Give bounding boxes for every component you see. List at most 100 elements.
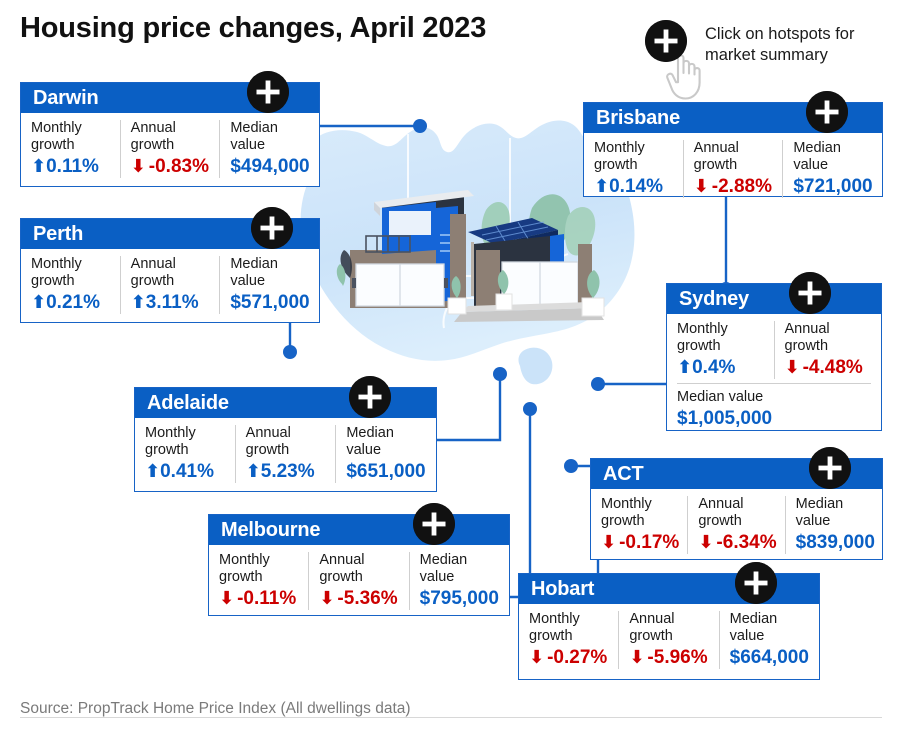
card-perth[interactable]: Perth Monthly growth ⬆0.21% Annual growt… — [20, 207, 320, 323]
arrow-down-icon: ⬇ — [698, 532, 714, 552]
hotspot-perth[interactable] — [251, 207, 293, 249]
arrow-up-icon: ⬆ — [594, 176, 610, 196]
metric-label: Monthly growth — [601, 496, 652, 529]
hotspot-adelaide[interactable] — [349, 376, 391, 418]
metric-value-median: $721,000 — [793, 176, 873, 197]
metric-value-median: $651,000 — [346, 461, 426, 482]
arrow-down-icon: ⬇ — [319, 588, 335, 608]
metric-monthly-growth: Monthly growth ⬇ -0.27% — [519, 611, 618, 669]
card-hobart[interactable]: Hobart Monthly growth ⬇ -0.27% Annual gro… — [518, 562, 820, 680]
arrow-up-icon: ⬆ — [31, 292, 47, 312]
metric-monthly-growth: Monthly growth ⬆0.4% — [667, 321, 774, 379]
metric-label: Monthly growth — [594, 140, 645, 173]
metric-number: -2.88% — [711, 176, 772, 197]
metric-label: Median value — [793, 140, 841, 173]
hotspot-act[interactable] — [809, 447, 851, 489]
metric-value-annual: ⬆3.11% — [131, 292, 210, 314]
metric-number: 0.11% — [46, 156, 99, 177]
metric-label: Annual growth — [245, 425, 291, 458]
metric-value-monthly: ⬆0.11% — [31, 156, 110, 178]
card-header-sydney: Sydney — [667, 284, 881, 314]
hotspot-sydney[interactable] — [789, 272, 831, 314]
metric-number: 0.41% — [160, 461, 214, 482]
metric-label: Annual growth — [319, 552, 365, 585]
card-brisbane[interactable]: Brisbane Monthly growth ⬆0.14% Annual gr… — [583, 91, 883, 198]
metric-label: Monthly growth — [31, 120, 82, 153]
card-adelaide[interactable]: Adelaide Monthly growth ⬆0.41% Annual gr… — [134, 376, 437, 492]
card-title-adelaide: Adelaide — [147, 391, 229, 414]
metric-label: Median value — [677, 389, 764, 405]
metric-label: Monthly growth — [145, 425, 196, 458]
card-body-adelaide: Monthly growth ⬆0.41% Annual growth ⬆5.2… — [135, 418, 436, 489]
metric-value-annual: ⬇ -0.83% — [131, 156, 210, 178]
metric-monthly-growth: Monthly growth ⬇ -0.11% — [209, 552, 308, 610]
card-body-darwin: Monthly growth ⬆0.11% Annual growth ⬇ -0.… — [21, 113, 319, 184]
card-act[interactable]: ACT Monthly growth ⬇ -0.17% Annual growth… — [590, 447, 883, 560]
legend-hotspot-icon — [645, 20, 687, 62]
metric-label: Median value — [230, 256, 278, 289]
metric-label: Annual growth — [130, 120, 176, 153]
metric-number: -5.36% — [337, 588, 398, 609]
card-body-hobart: Monthly growth ⬇ -0.27% Annual growth ⬇ -5… — [519, 604, 819, 675]
metric-value-annual: ⬇ -6.34% — [698, 532, 776, 554]
metric-value-monthly: ⬇ -0.17% — [601, 532, 679, 554]
metric-median-value: Median value $1,005,000 — [677, 383, 871, 435]
metric-number: -0.11% — [237, 588, 297, 609]
metric-value-median: $571,000 — [230, 292, 310, 313]
metric-annual-growth: Annual growth ⬆3.11% — [119, 256, 220, 314]
metric-value-annual: ⬇ -2.88% — [694, 176, 773, 198]
metric-median-value: Median value $795,000 — [408, 552, 509, 610]
metric-median-value: Median value $839,000 — [784, 496, 882, 554]
hotspot-brisbane[interactable] — [806, 91, 848, 133]
source-note: Source: PropTrack Home Price Index (All … — [20, 700, 411, 717]
metric-value-monthly: ⬇ -0.27% — [529, 647, 608, 669]
metric-label: Annual growth — [698, 496, 744, 529]
metric-value-annual: ⬇ -5.36% — [319, 588, 398, 610]
card-body-sydney: Monthly growth ⬆0.4% Annual growth ⬇ -4.4… — [667, 314, 881, 383]
metric-number: 0.4% — [692, 357, 736, 378]
metric-value-monthly: ⬆0.41% — [145, 461, 225, 483]
metric-label: Median value — [729, 611, 778, 644]
metric-value-monthly: ⬆0.4% — [677, 357, 764, 379]
metric-number: -0.27% — [547, 647, 608, 668]
card-sydney[interactable]: Sydney Monthly growth ⬆0.4% Annual growt… — [666, 272, 882, 431]
metric-label: Monthly growth — [529, 611, 580, 644]
arrow-up-icon: ⬆ — [145, 461, 161, 481]
arrow-up-icon: ⬆ — [677, 357, 693, 377]
metric-label: Median value — [795, 496, 844, 529]
metric-label: Median value — [346, 425, 394, 458]
arrow-down-icon: ⬇ — [693, 176, 709, 196]
arrow-up-icon: ⬆ — [130, 292, 146, 312]
arrow-down-icon: ⬇ — [784, 357, 800, 377]
hotspot-darwin[interactable] — [247, 71, 289, 113]
metric-median-value: Median value $571,000 — [219, 256, 319, 314]
metric-number: 3.11% — [145, 292, 199, 313]
hotspot-melbourne[interactable] — [413, 503, 455, 545]
card-body-melbourne: Monthly growth ⬇ -0.11% Annual growth ⬇ -5… — [209, 545, 509, 616]
card-melbourne[interactable]: Melbourne Monthly growth ⬇ -0.11% Annual … — [208, 503, 510, 616]
card-header-melbourne: Melbourne — [209, 515, 509, 545]
metric-label: Monthly growth — [31, 256, 82, 289]
metric-median-value: Median value $721,000 — [782, 140, 882, 198]
metric-value-median: $494,000 — [230, 156, 310, 177]
metric-label: Median value — [230, 120, 278, 153]
hotspot-hobart[interactable] — [735, 562, 777, 604]
metric-value-annual: ⬇ -5.96% — [629, 647, 708, 669]
card-darwin[interactable]: Darwin Monthly growth ⬆0.11% Annual grow… — [20, 71, 320, 187]
metric-label: Annual growth — [784, 321, 830, 354]
metric-value-median: $664,000 — [729, 647, 809, 668]
arrow-up-icon: ⬆ — [245, 461, 261, 481]
card-title-hobart: Hobart — [531, 577, 595, 600]
metric-monthly-growth: Monthly growth ⬆0.21% — [21, 256, 120, 314]
metric-annual-growth: Annual growth ⬇ -2.88% — [682, 140, 783, 198]
metric-value-monthly: ⬆0.21% — [31, 292, 110, 314]
metric-median-value: Median value $664,000 — [718, 611, 819, 669]
metric-number: -4.48% — [802, 357, 863, 378]
metric-value-annual: ⬇ -4.48% — [785, 357, 872, 379]
metric-monthly-growth: Monthly growth ⬆0.41% — [135, 425, 235, 483]
metric-value-monthly: ⬇ -0.11% — [219, 588, 298, 610]
metric-label: Monthly growth — [219, 552, 270, 585]
metric-label: Annual growth — [130, 256, 176, 289]
infographic-root: Housing price changes, April 2023 Click … — [0, 0, 900, 739]
metric-label: Annual growth — [693, 140, 739, 173]
